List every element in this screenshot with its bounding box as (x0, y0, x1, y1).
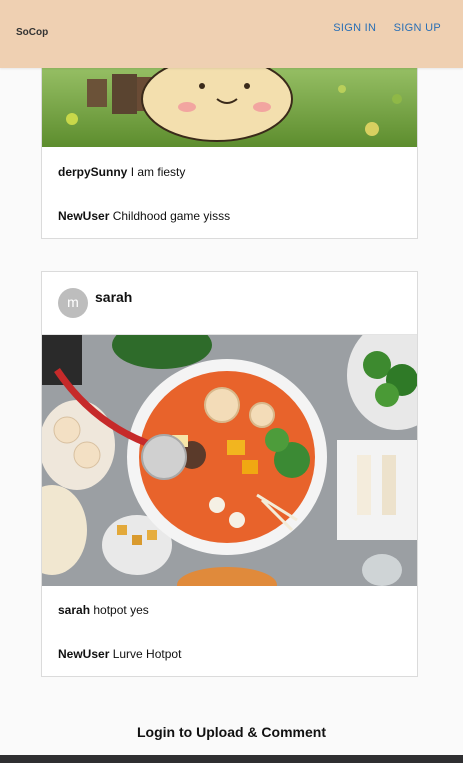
auth-nav: SIGN IN SIGN UP (319, 22, 441, 34)
app-header: SoCop SIGN IN SIGN UP (0, 0, 463, 68)
login-to-upload-cta[interactable]: Login to Upload & Comment (0, 724, 463, 740)
game-character-image (42, 59, 417, 147)
comment-text: hotpot yes (93, 603, 149, 617)
avatar[interactable]: m (58, 288, 88, 318)
sign-up-link[interactable]: SIGN UP (394, 22, 441, 34)
comment: NewUser Lurve Hotpot (58, 647, 181, 661)
post-image[interactable] (42, 335, 417, 586)
comment: sarah hotpot yes (58, 603, 149, 617)
comment-text: Childhood game yisss (112, 209, 231, 223)
post-card: derpySunny I am fiesty NewUser Childhood… (41, 58, 418, 239)
post-card: m sarah sarah hotpot yes NewUser Lurve H… (41, 271, 418, 677)
post-image[interactable] (42, 59, 417, 147)
comment-text: Lurve Hotpot (112, 647, 182, 661)
post-author[interactable]: sarah (95, 289, 132, 305)
post-header: m sarah (42, 272, 417, 335)
bottom-bar (0, 755, 463, 763)
sign-in-link[interactable]: SIGN IN (333, 22, 376, 34)
comment: derpySunny I am fiesty (58, 165, 185, 179)
comment-text: I am fiesty (130, 165, 186, 179)
hotpot-photo (42, 335, 417, 586)
comment-username[interactable]: NewUser (58, 647, 109, 661)
comment-username[interactable]: NewUser (58, 209, 109, 223)
comment: NewUser Childhood game yisss (58, 209, 230, 223)
app-logo[interactable]: SoCop (16, 27, 48, 38)
comment-username[interactable]: derpySunny (58, 165, 127, 179)
comment-username[interactable]: sarah (58, 603, 90, 617)
